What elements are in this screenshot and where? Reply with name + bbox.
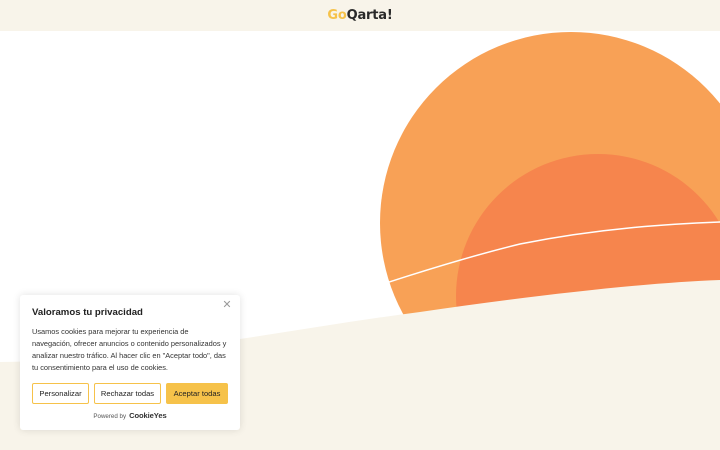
close-icon[interactable]: ✕ bbox=[221, 299, 233, 311]
reject-all-button[interactable]: Rechazar todas bbox=[94, 383, 161, 404]
powered-by-label: Powered by bbox=[93, 413, 127, 420]
powered-by[interactable]: Powered by CookieYes bbox=[32, 411, 228, 420]
logo-text-go: Go bbox=[327, 8, 347, 23]
top-bar: GoQarta! bbox=[0, 0, 720, 31]
cookie-banner-title: Valoramos tu privacidad bbox=[32, 307, 143, 318]
cookie-banner-text: Usamos cookies para mejorar tu experienc… bbox=[32, 327, 227, 372]
logo-text-qarta: Qarta! bbox=[346, 8, 393, 23]
site-logo[interactable]: GoQarta! bbox=[327, 8, 392, 23]
cookie-button-group: Personalizar Rechazar todas Aceptar toda… bbox=[32, 383, 228, 404]
cookieyes-logo: CookieYes bbox=[129, 411, 167, 420]
cookie-consent-banner: ✕ Valoramos tu privacidad Usamos cookies… bbox=[20, 295, 240, 430]
accept-all-button[interactable]: Aceptar todas bbox=[166, 383, 228, 404]
customize-button[interactable]: Personalizar bbox=[32, 383, 89, 404]
